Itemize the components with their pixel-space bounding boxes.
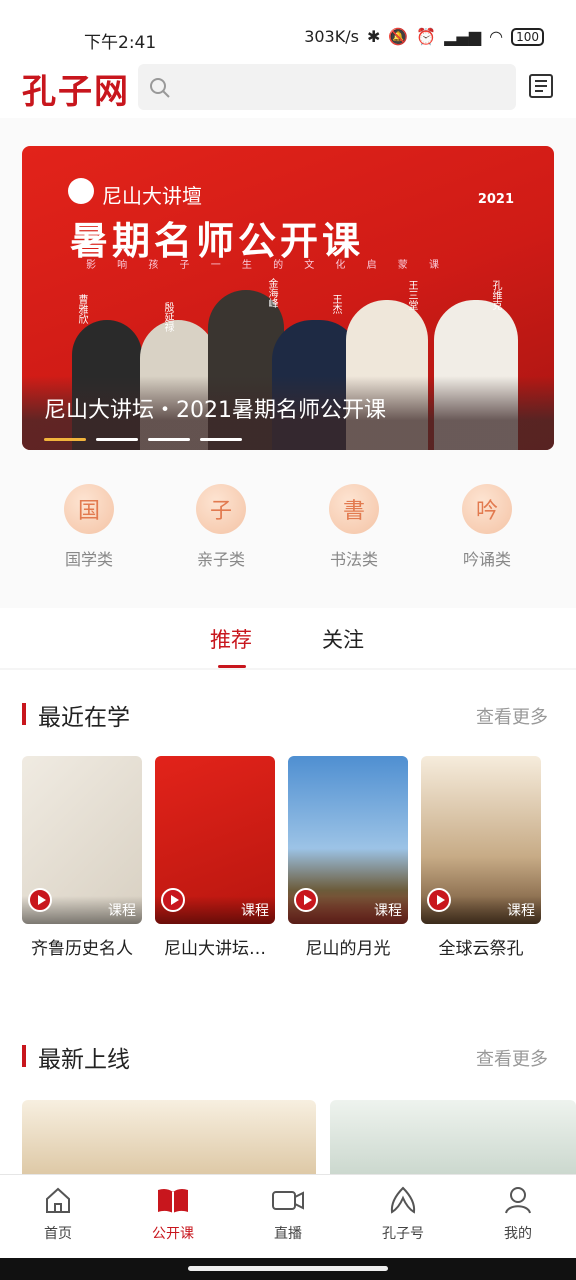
nav-live[interactable]: 直播 xyxy=(248,1185,328,1243)
category-label: 书法类 xyxy=(329,550,378,569)
latest-more-link[interactable]: 查看更多 xyxy=(476,1045,548,1071)
nav-mine[interactable]: 我的 xyxy=(478,1185,558,1243)
carousel-dot[interactable] xyxy=(44,438,86,441)
carousel-dot[interactable] xyxy=(200,438,242,441)
course-card[interactable]: 课程 尼山的月光 xyxy=(288,756,408,959)
speaker-name: 孔维克 xyxy=(490,280,501,310)
qinzi-icon: 子 xyxy=(196,484,246,534)
home-icon xyxy=(46,1187,70,1213)
nav-label: 孔子号 xyxy=(382,1226,424,1242)
course-thumbnail: 课程 xyxy=(288,756,408,924)
app-logo: 孔子网 xyxy=(22,72,130,112)
news-icon[interactable] xyxy=(528,72,556,104)
bottom-navigation: 首页 公开课 直播 孔子号 我的 xyxy=(0,1174,576,1259)
course-card[interactable]: 课程 齐鲁历史名人 xyxy=(22,756,142,959)
category-guoxue[interactable]: 国 国学类 xyxy=(34,484,144,570)
promo-banner[interactable]: 尼山大讲壇 2021 暑期名师公开课 影 响 孩 子 一 生 的 文 化 启 蒙… xyxy=(22,146,554,450)
play-icon[interactable] xyxy=(427,888,451,912)
category-qinzi[interactable]: 子 亲子类 xyxy=(166,484,276,570)
nav-label: 首页 xyxy=(44,1226,72,1242)
status-bar: 下午2:41 303K/s ✱ 🔕 ⏰ ▂▄▆ ◠ 100 xyxy=(0,0,576,62)
course-thumbnail: 课程 xyxy=(421,756,541,924)
course-title: 齐鲁历史名人 xyxy=(31,939,133,959)
latest-course-card[interactable] xyxy=(330,1100,576,1180)
battery-icon: 100 xyxy=(511,27,544,46)
course-tag: 课程 xyxy=(241,903,269,919)
carousel-dot[interactable] xyxy=(148,438,190,441)
banner-caption: 尼山大讲坛・2021暑期名师公开课 xyxy=(44,398,386,423)
play-icon[interactable] xyxy=(28,888,52,912)
tab-underline xyxy=(218,665,246,668)
feed-tabs: 推荐 关注 xyxy=(0,608,576,668)
banner-year: 2021 xyxy=(477,192,514,207)
search-icon xyxy=(150,78,170,98)
section-marker xyxy=(22,1045,26,1067)
network-speed: 303K/s xyxy=(304,27,359,46)
course-title: 尼山的月光 xyxy=(305,939,391,959)
brand-mark-icon xyxy=(68,178,94,204)
nav-label: 公开课 xyxy=(152,1226,194,1242)
latest-course-card[interactable] xyxy=(22,1100,316,1180)
status-icons: 303K/s ✱ 🔕 ⏰ ▂▄▆ ◠ 100 xyxy=(304,27,544,46)
user-icon xyxy=(505,1187,531,1214)
speaker-name: 王杰 xyxy=(330,294,341,314)
category-label: 亲子类 xyxy=(196,550,245,569)
speaker-name: 金海峰 xyxy=(266,278,277,308)
alarm-icon: ⏰ xyxy=(416,27,437,46)
course-card[interactable]: 课程 尼山大讲坛… xyxy=(155,756,275,959)
yinsong-icon: 吟 xyxy=(462,484,512,534)
book-icon xyxy=(158,1188,188,1213)
recent-more-link[interactable]: 查看更多 xyxy=(476,703,548,729)
category-shufa[interactable]: 書 书法类 xyxy=(299,484,409,570)
shufa-icon: 書 xyxy=(329,484,379,534)
course-tag: 课程 xyxy=(374,903,402,919)
latest-section-title: 最新上线 xyxy=(38,1047,130,1073)
course-tag: 课程 xyxy=(507,903,535,919)
course-title: 尼山大讲坛… xyxy=(164,939,266,959)
guoxue-icon: 国 xyxy=(64,484,114,534)
kongzihao-icon xyxy=(390,1186,416,1214)
carousel-dot[interactable] xyxy=(96,438,138,441)
nav-open-course[interactable]: 公开课 xyxy=(133,1185,213,1243)
tab-follow[interactable]: 关注 xyxy=(322,624,364,654)
speaker-name: 殷延禄 xyxy=(162,302,173,332)
play-icon[interactable] xyxy=(161,888,185,912)
section-marker xyxy=(22,703,26,725)
home-indicator[interactable] xyxy=(188,1266,388,1271)
course-title: 全球云祭孔 xyxy=(438,939,524,959)
recent-section-title: 最近在学 xyxy=(38,705,130,731)
mute-icon: 🔕 xyxy=(388,27,409,46)
speaker-name: 王三堂 xyxy=(406,280,417,310)
search-input[interactable] xyxy=(138,64,516,110)
category-yinsong[interactable]: 吟 吟诵类 xyxy=(432,484,542,570)
bluetooth-icon: ✱ xyxy=(366,27,381,46)
status-time: 下午2:41 xyxy=(84,33,157,53)
course-card[interactable]: 课程 全球云祭孔 xyxy=(421,756,541,959)
play-icon[interactable] xyxy=(294,888,318,912)
signal-icon: ▂▄▆ xyxy=(444,27,482,46)
course-thumbnail: 课程 xyxy=(155,756,275,924)
course-thumbnail: 课程 xyxy=(22,756,142,924)
banner-brand: 尼山大讲壇 xyxy=(102,184,202,208)
course-tag: 课程 xyxy=(108,903,136,919)
category-label: 国学类 xyxy=(64,550,113,569)
system-gesture-bar xyxy=(0,1258,576,1280)
app-header: 孔子网 xyxy=(0,62,576,118)
carousel-indicator xyxy=(44,438,242,441)
banner-subline: 影 响 孩 子 一 生 的 文 化 启 蒙 课 xyxy=(86,260,448,271)
nav-kongzihao[interactable]: 孔子号 xyxy=(363,1185,443,1243)
tab-recommend[interactable]: 推荐 xyxy=(210,624,252,654)
wifi-icon: ◠ xyxy=(489,27,504,46)
nav-label: 直播 xyxy=(274,1226,302,1242)
speaker-name: 曹雅欣 xyxy=(76,294,87,324)
video-camera-icon xyxy=(272,1191,304,1210)
nav-label: 我的 xyxy=(504,1226,532,1242)
category-label: 吟诵类 xyxy=(462,550,511,569)
nav-home[interactable]: 首页 xyxy=(18,1185,98,1243)
